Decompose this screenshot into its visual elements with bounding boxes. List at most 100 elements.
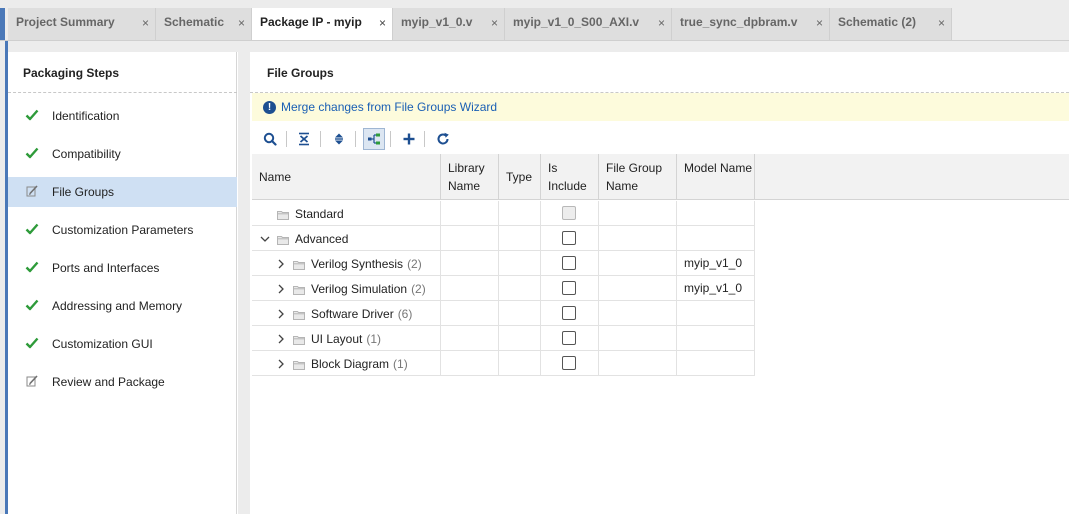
- merge-changes-link[interactable]: Merge changes from File Groups Wizard: [281, 100, 497, 114]
- table-cell: [499, 351, 541, 376]
- packaging-step[interactable]: Addressing and Memory: [8, 291, 237, 321]
- column-header-type[interactable]: Type: [499, 154, 541, 200]
- table-cell: [441, 301, 499, 326]
- is-include-checkbox[interactable]: [562, 331, 576, 345]
- table-cell: myip_v1_0: [677, 276, 755, 301]
- table-header: Name Library Name Type Is Include File G…: [252, 154, 1069, 200]
- collapse-all-icon[interactable]: [293, 128, 315, 150]
- table-row[interactable]: UI Layout (1): [252, 326, 755, 351]
- editor-tab-bar: Project Summary × Schematic × Package IP - m…: [0, 0, 1069, 41]
- table-cell: [677, 301, 755, 326]
- close-icon[interactable]: ×: [238, 16, 245, 30]
- table-row[interactable]: Verilog Simulation (2) myip_v1_0: [252, 276, 755, 301]
- search-icon[interactable]: [259, 128, 281, 150]
- file-count: (2): [407, 256, 422, 271]
- table-cell: [541, 201, 599, 226]
- packaging-step[interactable]: Compatibility: [8, 139, 237, 169]
- tab-label: Schematic (2): [838, 15, 917, 29]
- check-icon: [24, 297, 40, 313]
- tab-6[interactable]: Schematic (2) ×: [830, 8, 952, 40]
- table-cell: [599, 351, 677, 376]
- check-icon: [24, 259, 40, 275]
- table-row[interactable]: Standard: [252, 201, 755, 226]
- table-row[interactable]: Verilog Synthesis (2) myip_v1_0: [252, 251, 755, 276]
- tab-strip: Project Summary × Schematic × Package IP - m…: [8, 8, 952, 40]
- table-cell: [677, 326, 755, 351]
- close-icon[interactable]: ×: [491, 16, 498, 30]
- column-header-library-name[interactable]: Library Name: [441, 154, 499, 200]
- column-header-model-name[interactable]: Model Name: [677, 154, 755, 200]
- chevron-down-icon[interactable]: [259, 233, 271, 245]
- file-group-name: Verilog Synthesis: [311, 256, 404, 271]
- table-row[interactable]: Block Diagram (1): [252, 351, 755, 376]
- file-count: (1): [393, 356, 408, 371]
- step-label: Customization GUI: [52, 337, 153, 351]
- chevron-right-icon[interactable]: [275, 258, 287, 270]
- chevron-right-icon[interactable]: [275, 283, 287, 295]
- table-cell: [541, 251, 599, 276]
- packaging-step[interactable]: Identification: [8, 101, 237, 131]
- tab-5[interactable]: true_sync_dpbram.v ×: [672, 8, 830, 40]
- tab-2[interactable]: Package IP - myip ×: [252, 8, 393, 40]
- table-cell: Software Driver (6): [252, 301, 441, 326]
- splitter[interactable]: [238, 41, 250, 514]
- file-group-name: Software Driver: [311, 306, 394, 321]
- tab-label: Schematic: [164, 15, 225, 29]
- column-header-is-include[interactable]: Is Include: [541, 154, 599, 200]
- step-label: Addressing and Memory: [52, 299, 183, 313]
- step-label: Ports and Interfaces: [52, 261, 160, 275]
- add-icon[interactable]: [398, 128, 420, 150]
- file-count: (6): [397, 306, 413, 321]
- file-groups-panel: File Groups ! Merge changes from File Gr…: [250, 52, 1069, 514]
- packaging-step[interactable]: Review and Package: [8, 367, 237, 397]
- tab-1[interactable]: Schematic ×: [156, 8, 252, 40]
- table-row[interactable]: Advanced: [252, 226, 755, 251]
- table-cell: [541, 301, 599, 326]
- chevron-right-icon[interactable]: [275, 333, 287, 345]
- check-icon: [24, 221, 40, 237]
- packaging-step[interactable]: Customization GUI: [8, 329, 237, 359]
- table-cell: [499, 301, 541, 326]
- folder-icon: [293, 309, 305, 320]
- table-cell: [499, 276, 541, 301]
- chevron-right-icon[interactable]: [275, 308, 287, 320]
- table-row[interactable]: Software Driver (6): [252, 301, 755, 326]
- is-include-checkbox[interactable]: [562, 356, 576, 370]
- table-cell: myip_v1_0: [677, 251, 755, 276]
- close-icon[interactable]: ×: [379, 16, 386, 30]
- table-cell: Advanced: [252, 226, 441, 251]
- close-icon[interactable]: ×: [142, 16, 149, 30]
- is-include-checkbox[interactable]: [562, 306, 576, 320]
- column-header-file-group-name[interactable]: File Group Name: [599, 154, 677, 200]
- file-group-name: Advanced: [295, 231, 349, 246]
- table-cell: [599, 201, 677, 226]
- table-cell: [499, 326, 541, 351]
- table-cell: [677, 226, 755, 251]
- edit-icon: [24, 373, 40, 389]
- table-cell: UI Layout (1): [252, 326, 441, 351]
- hierarchy-icon[interactable]: [363, 128, 385, 150]
- tab-0[interactable]: Project Summary ×: [8, 8, 156, 40]
- tab-3[interactable]: myip_v1_0.v ×: [393, 8, 505, 40]
- close-icon[interactable]: ×: [816, 16, 823, 30]
- refresh-icon[interactable]: [432, 128, 454, 150]
- packaging-step[interactable]: Customization Parameters: [8, 215, 237, 245]
- is-include-checkbox[interactable]: [562, 231, 576, 245]
- packaging-step[interactable]: Ports and Interfaces: [8, 253, 237, 283]
- close-icon[interactable]: ×: [938, 16, 945, 30]
- packaging-step[interactable]: File Groups: [8, 177, 237, 207]
- is-include-checkbox: [562, 206, 576, 220]
- chevron-right-icon[interactable]: [275, 358, 287, 370]
- table-cell: [677, 201, 755, 226]
- folder-icon: [277, 234, 289, 245]
- table-cell: [599, 326, 677, 351]
- file-count: (2): [411, 281, 426, 296]
- tab-4[interactable]: myip_v1_0_S00_AXI.v ×: [505, 8, 672, 40]
- expand-all-icon[interactable]: [328, 128, 350, 150]
- is-include-checkbox[interactable]: [562, 281, 576, 295]
- table-cell: [677, 351, 755, 376]
- column-header-name[interactable]: Name: [252, 154, 441, 200]
- is-include-checkbox[interactable]: [562, 256, 576, 270]
- table-cell: Verilog Simulation (2): [252, 276, 441, 301]
- close-icon[interactable]: ×: [658, 16, 665, 30]
